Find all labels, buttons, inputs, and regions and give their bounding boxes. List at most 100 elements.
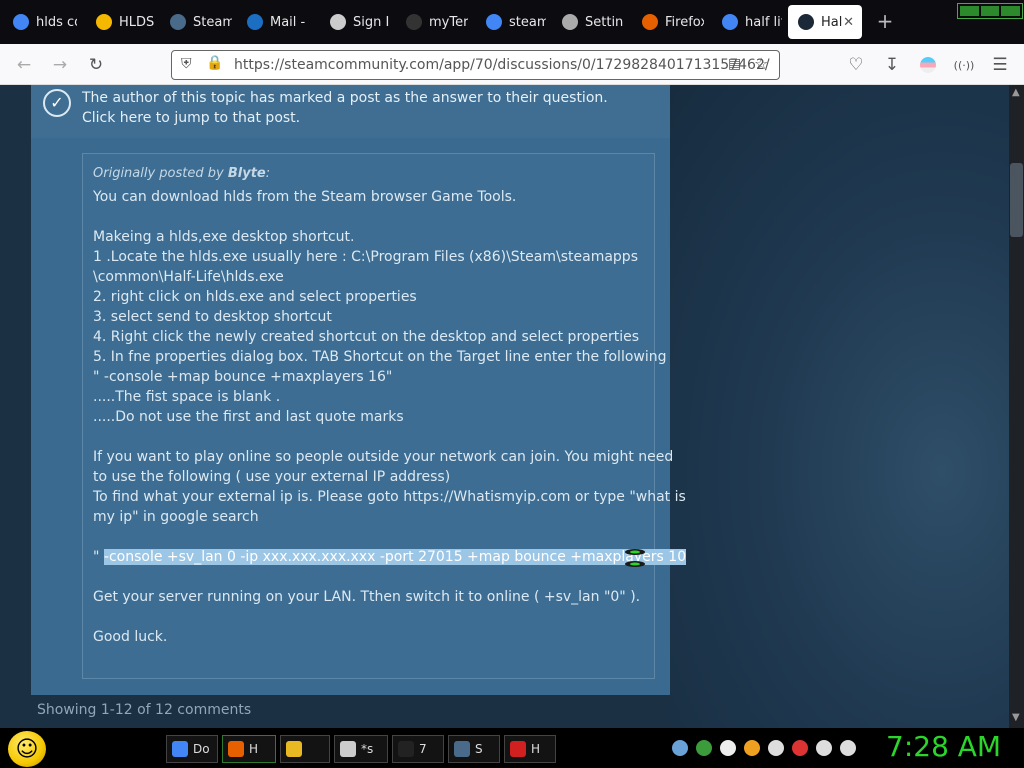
answer-notice[interactable]: ✓ The author of this topic has marked a … bbox=[31, 85, 670, 138]
tab-label: HLDSU bbox=[119, 14, 154, 30]
start-button[interactable]: ☺ bbox=[8, 731, 46, 767]
hamburger-menu-icon[interactable]: ☰ bbox=[988, 53, 1012, 77]
steam-tray-icon[interactable] bbox=[672, 740, 688, 756]
person-icon bbox=[330, 14, 346, 30]
taskbar-item-label: *s bbox=[361, 742, 374, 756]
tab-label: Hal bbox=[821, 14, 843, 30]
taskbar-item-label: S bbox=[475, 742, 483, 756]
close-tab-icon[interactable]: ✕ bbox=[843, 15, 854, 30]
taskbar-item-label: H bbox=[531, 742, 541, 756]
quote-author[interactable]: Blyte bbox=[228, 166, 266, 181]
quote-line: Good luck. bbox=[93, 629, 168, 645]
scroll-down-icon[interactable]: ▼ bbox=[1012, 712, 1020, 723]
quote-line: You can download hlds from the Steam bro… bbox=[93, 189, 517, 205]
quote-line: Makeing a hlds,exe desktop shortcut. bbox=[93, 229, 355, 245]
quote-line: If you want to play online so people out… bbox=[93, 449, 674, 465]
chat-icon[interactable] bbox=[768, 740, 784, 756]
jump-to-answer-link[interactable]: Click here to jump to that post. bbox=[82, 110, 300, 126]
highlighted-line: " -console +sv_lan 0 -ip xxx.xxx.xxx.xxx… bbox=[93, 549, 687, 565]
scrollbar-thumb[interactable] bbox=[1010, 163, 1023, 237]
quote-line: .....The fist space is blank . bbox=[93, 389, 281, 405]
quote-line: 4. Right click the newly created shortcu… bbox=[93, 329, 639, 345]
tab-0[interactable]: hlds co bbox=[3, 5, 77, 39]
tab-9[interactable]: half lif bbox=[712, 5, 782, 39]
tab-label: myTer bbox=[429, 14, 468, 30]
tab-10[interactable]: Hal ✕ bbox=[788, 5, 862, 39]
pocket-icon[interactable]: ♡ bbox=[844, 53, 868, 77]
taskbar-item-2[interactable] bbox=[280, 735, 330, 763]
tab-label: Setting bbox=[585, 14, 624, 30]
hldsupdate-icon bbox=[96, 14, 112, 30]
reload-button[interactable]: ↻ bbox=[84, 53, 108, 77]
taskbar-item-0[interactable]: Do bbox=[166, 735, 218, 763]
taskbar-item-4[interactable]: 7 bbox=[392, 735, 444, 763]
tab-label: Mail - bbox=[270, 14, 306, 30]
clock[interactable]: 7:28 AM bbox=[886, 730, 1001, 763]
taskbar-item-6[interactable]: H bbox=[504, 735, 556, 763]
container-icon[interactable]: ((·)) bbox=[952, 53, 976, 77]
bookmark-star-icon[interactable]: ☆ bbox=[754, 54, 768, 73]
soccer-ball-icon[interactable] bbox=[720, 740, 736, 756]
quote-line: " -console +map bounce +maxplayers 16" bbox=[93, 369, 393, 385]
chrome-icon bbox=[172, 741, 188, 757]
tab-4[interactable]: Sign In bbox=[320, 5, 390, 39]
tab-8[interactable]: Firefox bbox=[632, 5, 704, 39]
scroll-up-icon[interactable]: ▲ bbox=[1012, 87, 1020, 98]
shield-icon[interactable]: ⛨ bbox=[181, 56, 192, 72]
page-scrollbar[interactable]: ▲ ▼ bbox=[1009, 85, 1024, 728]
tab-label: Sign In bbox=[353, 14, 390, 30]
quote-line: 2. right click on hlds.exe and select pr… bbox=[93, 289, 417, 305]
answer-notice-text: The author of this topic has marked a po… bbox=[82, 90, 608, 106]
quote-line: \common\Half-Life\hlds.exe bbox=[93, 269, 284, 285]
lock-icon[interactable]: 🔒 bbox=[206, 55, 223, 71]
taskbar-item-3[interactable]: *s bbox=[334, 735, 388, 763]
forward-button[interactable]: → bbox=[48, 53, 72, 77]
battery-indicator bbox=[957, 3, 1023, 19]
gear-icon bbox=[562, 14, 578, 30]
google-icon bbox=[13, 14, 29, 30]
back-button[interactable]: ← bbox=[12, 53, 36, 77]
selection-handle-icon[interactable] bbox=[624, 547, 646, 569]
tab-6[interactable]: steam bbox=[476, 5, 546, 39]
tab-7[interactable]: Setting bbox=[552, 5, 624, 39]
address-bar[interactable]: ⛨ 🔒 https://steamcommunity.com/app/70/di… bbox=[171, 50, 780, 80]
firefox-icon bbox=[228, 741, 244, 757]
quote-block: Originally posted by Blyte: You can down… bbox=[82, 153, 687, 679]
new-tab-button[interactable]: + bbox=[874, 10, 896, 32]
taskbar-item-label: H bbox=[249, 742, 259, 756]
checkmark-icon: ✓ bbox=[43, 89, 71, 117]
downloads-icon[interactable]: ↧ bbox=[880, 53, 904, 77]
display-icon[interactable] bbox=[816, 740, 832, 756]
firefox-icon bbox=[642, 14, 658, 30]
volume-icon[interactable] bbox=[840, 740, 856, 756]
steam-icon bbox=[170, 14, 186, 30]
flag-icon[interactable] bbox=[792, 740, 808, 756]
quote-line: 5. In fne properties dialog box. TAB Sho… bbox=[93, 349, 667, 365]
search-icon[interactable] bbox=[744, 740, 760, 756]
taskbar-item-5[interactable]: S bbox=[448, 735, 500, 763]
tab-5[interactable]: myTer bbox=[396, 5, 468, 39]
tab-1[interactable]: HLDSU bbox=[86, 5, 154, 39]
tab-label: hlds co bbox=[36, 14, 77, 30]
taskbar-item-label: 7 bbox=[419, 742, 427, 756]
quote-line: To find what your external ip is. Please… bbox=[93, 489, 686, 505]
taskbar: ☺ Do H *s 7 S H 7:28 AM bbox=[0, 728, 1024, 768]
myterm-icon bbox=[406, 14, 422, 30]
tab-2[interactable]: Steam bbox=[160, 5, 232, 39]
reader-view-icon[interactable]: ▤ bbox=[728, 56, 741, 72]
google-icon bbox=[722, 14, 738, 30]
quote-line: .....Do not use the first and last quote… bbox=[93, 409, 404, 425]
taskbar-item-1[interactable]: H bbox=[222, 735, 276, 763]
halflife-icon bbox=[510, 741, 526, 757]
url-text[interactable]: https://steamcommunity.com/app/70/discus… bbox=[234, 57, 770, 73]
tab-3[interactable]: Mail - bbox=[237, 5, 312, 39]
extension-icon[interactable] bbox=[916, 53, 940, 77]
quote-prefix: Originally posted by bbox=[93, 166, 224, 181]
7zip-icon bbox=[398, 741, 414, 757]
notepad-icon bbox=[340, 741, 356, 757]
network-globe-icon[interactable] bbox=[696, 740, 712, 756]
highlight-prefix: " bbox=[93, 549, 100, 565]
folder-icon bbox=[286, 741, 302, 757]
selected-text[interactable]: -console +sv_lan 0 -ip xxx.xxx.xxx.xxx -… bbox=[103, 549, 687, 565]
tab-label: Firefox bbox=[665, 14, 704, 30]
